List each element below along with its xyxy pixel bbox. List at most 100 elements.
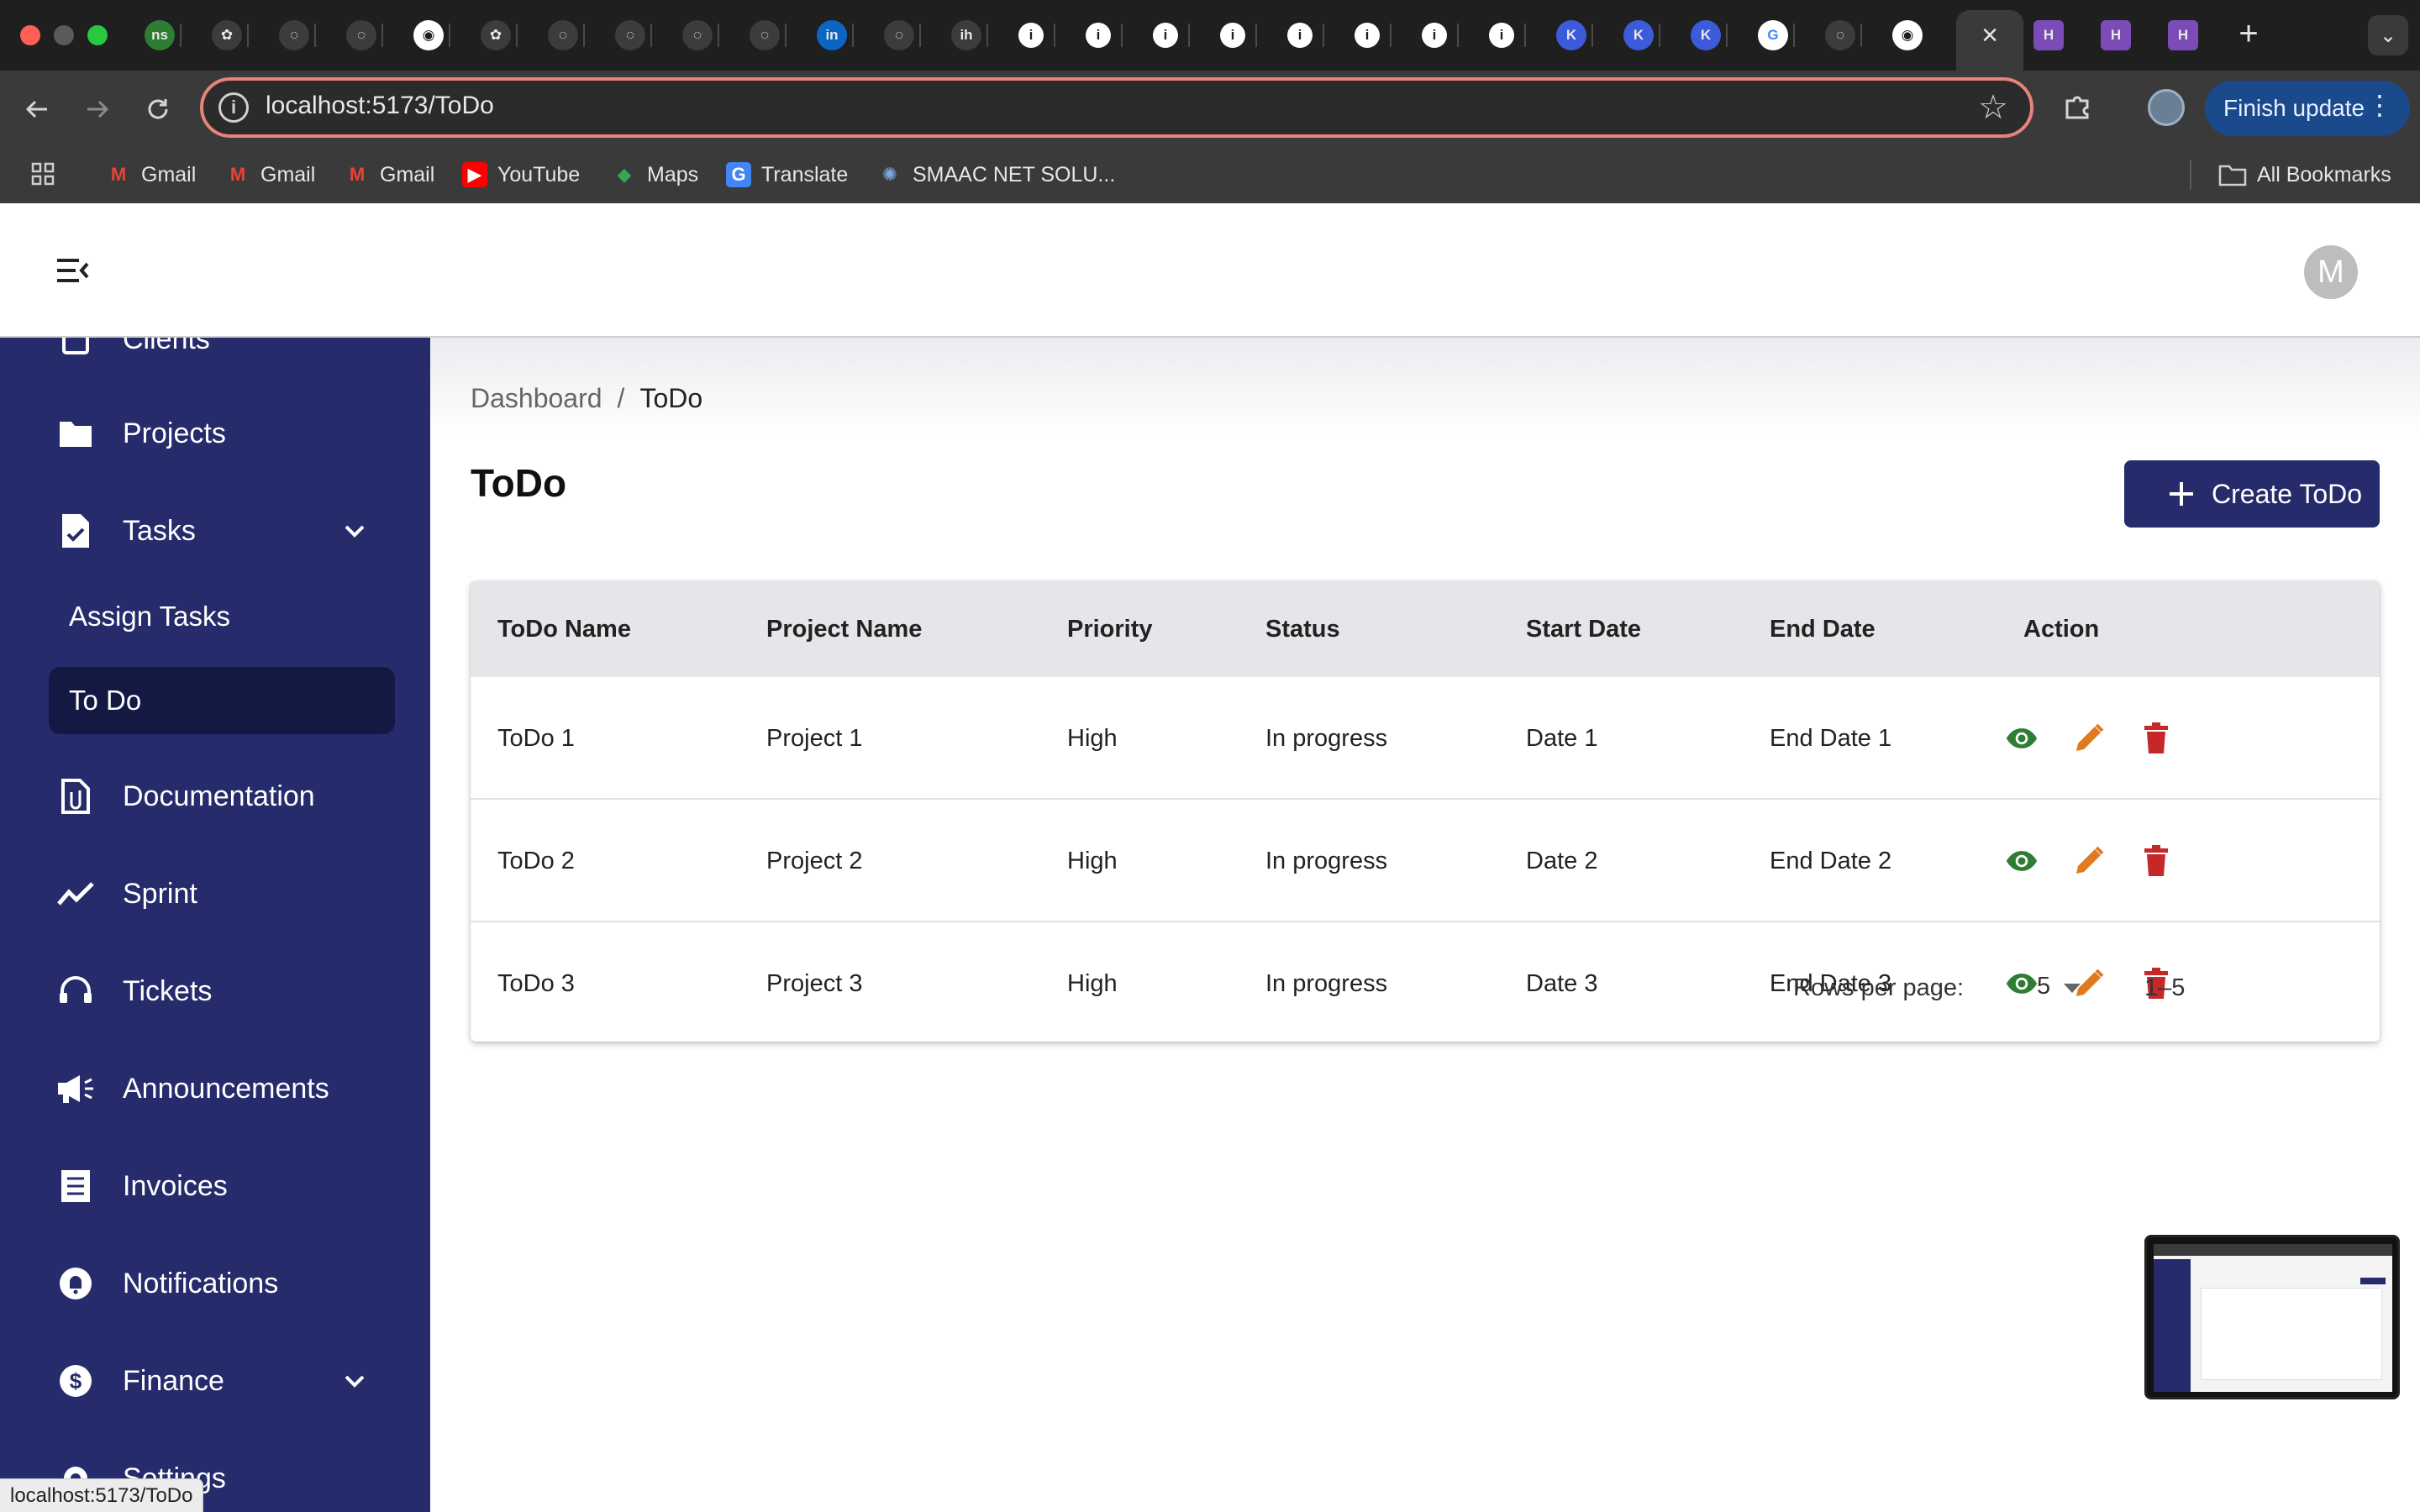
info-icon[interactable]: i [1220, 23, 1245, 48]
bookmark-item[interactable]: ✺ SMAAC NET SOLU... [877, 160, 1115, 190]
tab-favicon[interactable]: G [1758, 20, 1788, 50]
bookmark-label: Gmail [141, 162, 197, 186]
breadcrumb-dashboard[interactable]: Dashboard [471, 383, 602, 414]
screenshot-thumbnail[interactable] [2144, 1235, 2400, 1399]
address-bar-url[interactable]: localhost:5173/ToDo [266, 92, 494, 120]
trash-icon[interactable] [2139, 844, 2173, 878]
info-icon[interactable]: i [1422, 23, 1447, 48]
chatgpt-icon[interactable]: ✿ [212, 20, 242, 50]
back-icon[interactable] [17, 89, 57, 129]
pencil-icon[interactable] [2072, 722, 2106, 755]
finish-update-button[interactable]: Finish update ⋮ [2205, 81, 2410, 136]
column-header-todo-name[interactable]: ToDo Name [497, 581, 631, 677]
sidebar-item-tasks[interactable]: Tasks [0, 501, 430, 561]
globe-icon[interactable]: ◌ [615, 20, 645, 50]
eye-icon[interactable] [2005, 722, 2039, 755]
apps-grid-icon[interactable] [30, 161, 57, 188]
reload-icon[interactable] [138, 89, 178, 129]
minimize-window-button[interactable] [54, 25, 74, 45]
sidebar-item-projects[interactable]: Projects [0, 403, 430, 464]
eye-icon[interactable] [2005, 967, 2039, 1000]
smaac-icon: ✺ [881, 164, 898, 185]
column-header-status[interactable]: Status [1265, 581, 1340, 677]
bookmark-item[interactable]: ◆ Maps [612, 160, 699, 190]
chevron-down-icon[interactable] [339, 516, 370, 546]
globe-icon[interactable]: ◌ [1825, 20, 1855, 50]
globe-icon[interactable]: ◌ [884, 20, 914, 50]
tab-search-button[interactable]: ⌄ [2368, 15, 2408, 55]
bookmark-star-icon[interactable]: ☆ [1978, 89, 2008, 126]
globe-icon[interactable]: ◌ [682, 20, 713, 50]
bookmark-item[interactable]: G Translate [726, 160, 848, 190]
tab-favicon[interactable]: H [2168, 20, 2198, 50]
tab-favicon[interactable]: H [2033, 20, 2064, 50]
info-icon[interactable]: i [1018, 23, 1044, 48]
create-todo-button[interactable]: Create ToDo [2124, 460, 2380, 528]
sidebar-item-announcements[interactable]: Announcements [0, 1058, 430, 1119]
github-icon[interactable]: ◉ [413, 20, 444, 50]
collapse-menu-icon[interactable] [54, 254, 91, 287]
chatgpt-icon[interactable]: ✿ [481, 20, 511, 50]
bookmark-item[interactable]: M Gmail [106, 160, 196, 190]
eye-icon[interactable] [2005, 844, 2039, 878]
globe-icon[interactable]: ◌ [548, 20, 578, 50]
github-icon[interactable]: ◉ [1892, 20, 1923, 50]
globe-icon[interactable]: ◌ [279, 20, 309, 50]
sidebar-item-clients[interactable]: Clients [0, 338, 430, 370]
tab-separator [1524, 24, 1526, 47]
trash-icon[interactable] [2139, 722, 2173, 755]
kotlin-icon[interactable]: K [1623, 20, 1654, 50]
column-header-end-date[interactable]: End Date [1770, 581, 1876, 677]
kotlin-icon[interactable]: K [1691, 20, 1721, 50]
sidebar-item-label: Clients [123, 338, 210, 355]
column-header-priority[interactable]: Priority [1067, 581, 1153, 677]
chevron-down-icon[interactable] [339, 1366, 370, 1396]
sidebar-subitem-to-do[interactable]: To Do [49, 667, 395, 734]
info-icon[interactable]: i [1287, 23, 1313, 48]
bookmark-item[interactable]: M Gmail [345, 160, 434, 190]
extensions-icon[interactable] [2059, 87, 2096, 124]
kotlin-icon[interactable]: K [1556, 20, 1586, 50]
new-tab-button[interactable]: + [2230, 15, 2267, 52]
site-info-icon[interactable]: i [218, 92, 249, 123]
cell-end-date: End Date 1 [1770, 724, 1892, 752]
sidebar-item-documentation[interactable]: Documentation [0, 766, 430, 827]
caret-down-icon[interactable] [2062, 979, 2082, 996]
cell-priority: High [1067, 847, 1118, 874]
more-menu-icon[interactable]: ⋮ [2366, 89, 2393, 121]
tab-favicon[interactable]: H [2101, 20, 2131, 50]
info-icon[interactable]: i [1086, 23, 1111, 48]
bookmark-item[interactable]: M Gmail [225, 160, 315, 190]
close-window-button[interactable] [20, 25, 40, 45]
content-shade [430, 338, 2420, 438]
column-header-project-name[interactable]: Project Name [766, 581, 922, 677]
sidebar-item-label: Finance [123, 1364, 224, 1397]
sidebar-subitem-assign-tasks[interactable]: Assign Tasks [49, 583, 395, 650]
sidebar-item-notifications[interactable]: Notifications [0, 1253, 430, 1314]
profile-avatar[interactable] [2148, 89, 2185, 126]
globe-icon[interactable]: ◌ [750, 20, 780, 50]
info-icon[interactable]: i [1153, 23, 1178, 48]
tab-favicon[interactable]: ns [145, 20, 175, 50]
close-tab-icon[interactable]: × [1973, 18, 2007, 52]
sidebar-item-sprint[interactable]: Sprint [0, 864, 430, 924]
sidebar-item-tickets[interactable]: Tickets [0, 961, 430, 1021]
info-icon[interactable]: i [1489, 23, 1514, 48]
forward-icon[interactable] [77, 89, 118, 129]
tab-favicon[interactable]: in [817, 20, 847, 50]
youtube-icon: ▶ [462, 162, 487, 187]
column-header-start-date[interactable]: Start Date [1526, 581, 1641, 677]
address-bar[interactable]: i localhost:5173/ToDo ☆ [200, 77, 2033, 138]
sidebar-item-finance[interactable]: $ Finance [0, 1351, 430, 1411]
globe-icon[interactable]: ◌ [346, 20, 376, 50]
rows-per-page-select[interactable]: 5 [2037, 973, 2050, 1000]
all-bookmarks-button[interactable]: All Bookmarks [2218, 160, 2391, 190]
pencil-icon[interactable] [2072, 844, 2106, 878]
bookmark-item[interactable]: ▶ YouTube [462, 160, 580, 190]
user-avatar[interactable]: M [2304, 245, 2358, 299]
maximize-window-button[interactable] [87, 25, 108, 45]
sidebar-item-invoices[interactable]: Invoices [0, 1156, 430, 1216]
tab-separator [1726, 24, 1728, 47]
info-icon[interactable]: i [1355, 23, 1380, 48]
tab-favicon[interactable]: ih [951, 20, 981, 50]
